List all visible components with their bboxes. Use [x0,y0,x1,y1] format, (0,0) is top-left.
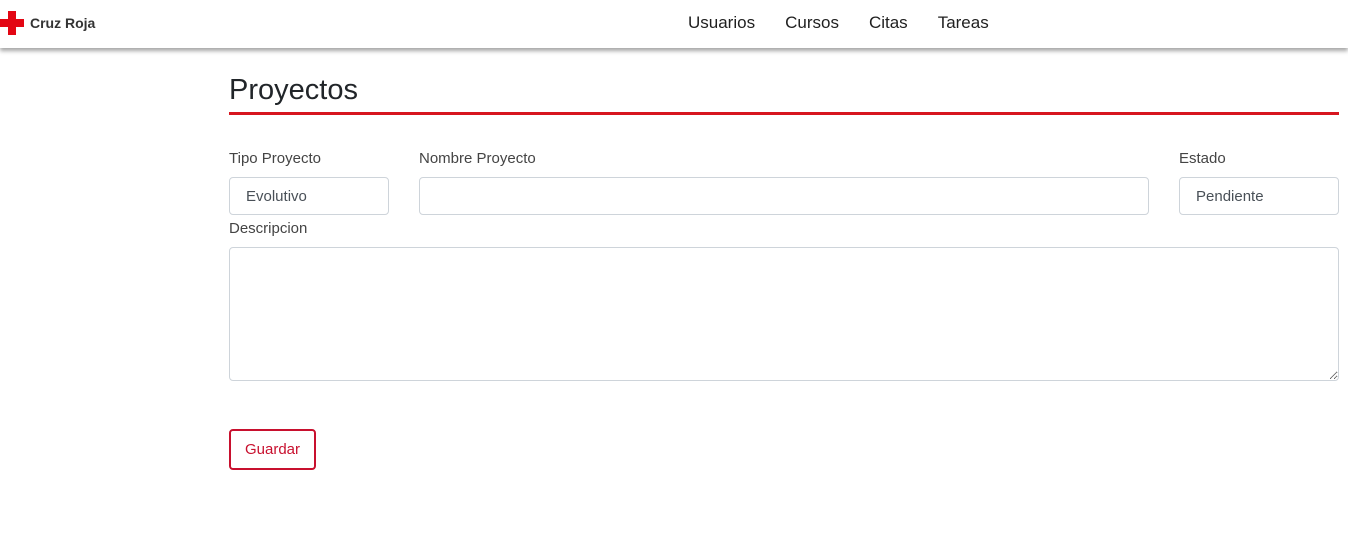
descripcion-textarea[interactable] [229,247,1339,381]
estado-label: Estado [1179,150,1226,167]
estado-input[interactable] [1179,177,1339,215]
nav-link-citas[interactable]: Citas [869,12,908,34]
red-cross-icon [0,11,24,35]
nombre-proyecto-label: Nombre Proyecto [419,150,536,167]
brand[interactable]: Cruz Roja [0,11,95,35]
nav-links: Usuarios Cursos Citas Tareas [688,12,1019,34]
brand-name: Cruz Roja [30,15,96,31]
title-divider [229,112,1339,115]
save-button[interactable]: Guardar [229,429,316,470]
page-title: Proyectos [229,74,358,106]
top-navbar: Cruz Roja Usuarios Cursos Citas Tareas [0,0,1348,48]
nav-link-cursos[interactable]: Cursos [785,12,839,34]
descripcion-label: Descripcion [229,220,308,237]
tipo-proyecto-label: Tipo Proyecto [229,150,321,167]
nombre-proyecto-input[interactable] [419,177,1149,215]
nav-link-usuarios[interactable]: Usuarios [688,12,755,34]
tipo-proyecto-input[interactable] [229,177,389,215]
nav-link-tareas[interactable]: Tareas [938,12,989,34]
